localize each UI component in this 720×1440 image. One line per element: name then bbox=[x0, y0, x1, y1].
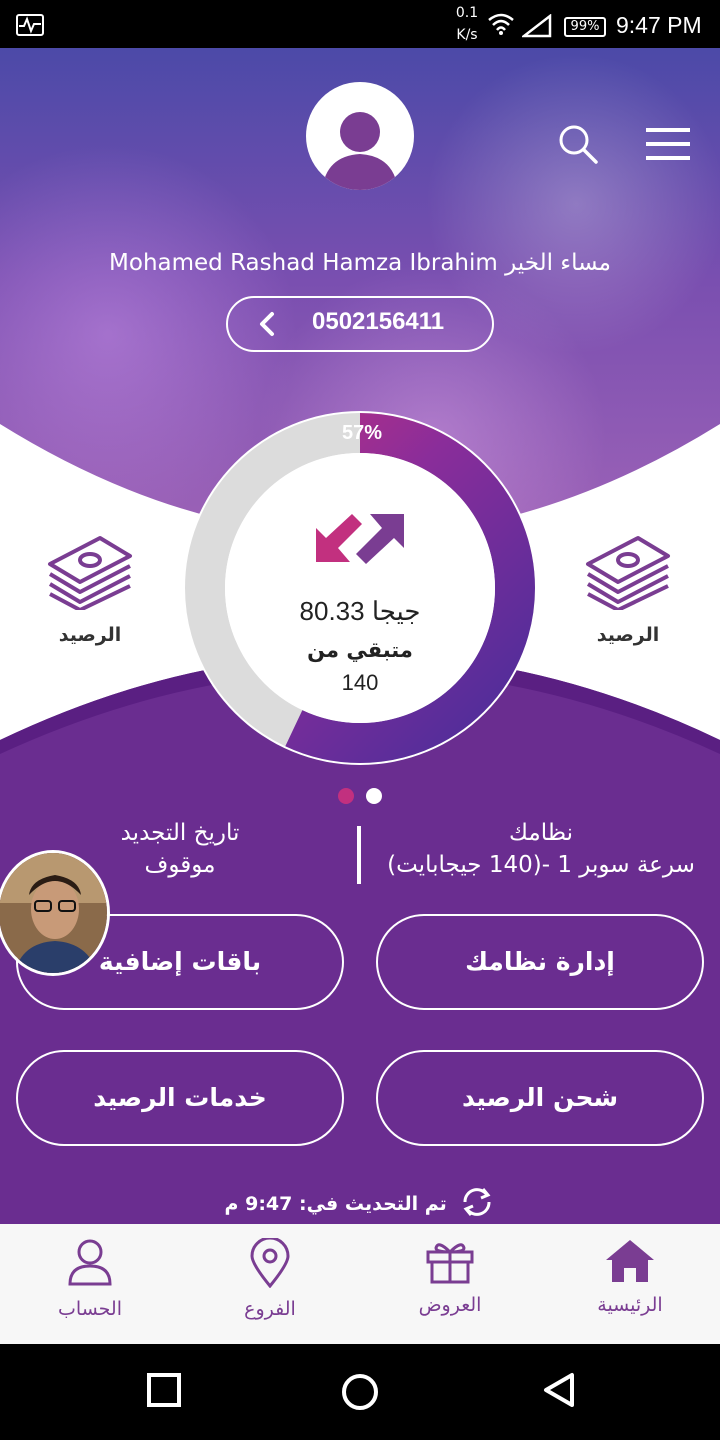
page-indicator-dot[interactable] bbox=[338, 788, 354, 804]
home-screen: Mohamed Rashad Hamza Ibrahim مساء الخير … bbox=[0, 48, 720, 1344]
back-button[interactable] bbox=[542, 1372, 578, 1412]
plan-value: سرعة سوبر 1 -(140 جيجابايت) bbox=[387, 852, 695, 878]
manage-plan-button[interactable]: إدارة نظامك bbox=[376, 914, 704, 1010]
battery-indicator: 99% bbox=[564, 17, 606, 37]
money-stack-icon bbox=[48, 536, 132, 612]
network-speed: 0.1 K/s bbox=[455, 5, 479, 43]
chevron-left-icon bbox=[256, 310, 280, 342]
nav-home-label: الرئيسية bbox=[597, 1294, 663, 1316]
nav-account-label: الحساب bbox=[58, 1298, 122, 1320]
activity-monitor-icon bbox=[16, 14, 44, 36]
nav-offers[interactable]: العروض bbox=[370, 1238, 530, 1316]
phone-number-selector[interactable]: 0502156411 bbox=[226, 296, 494, 352]
renewal-header: تاريخ التجديد bbox=[120, 820, 240, 846]
page-indicator-dot-active[interactable] bbox=[366, 788, 382, 804]
signal-icon bbox=[520, 13, 552, 42]
phone-number: 0502156411 bbox=[312, 308, 445, 335]
bottom-navigation: الرئيسية العروض الفروع الحساب bbox=[0, 1224, 720, 1344]
nav-offers-label: العروض bbox=[418, 1294, 482, 1316]
remaining-amount: 80.33 جيجا bbox=[299, 596, 421, 626]
user-photo-avatar[interactable] bbox=[0, 850, 110, 976]
divider bbox=[357, 826, 361, 884]
last-updated-text: تم التحديث في: 9:47 م bbox=[224, 1193, 447, 1215]
clock: 9:47 PM bbox=[616, 12, 702, 38]
money-stack-icon bbox=[586, 536, 670, 612]
last-updated: تم التحديث في: 9:47 م bbox=[0, 1186, 720, 1223]
balance-tile-left[interactable]: الرصيد bbox=[30, 530, 150, 646]
greeting-text: Mohamed Rashad Hamza Ibrahim مساء الخير bbox=[109, 250, 611, 276]
nav-branches-label: الفروع bbox=[244, 1298, 296, 1320]
usage-donut: 57% 80.33 جيجا متبقي من 140 bbox=[182, 410, 538, 766]
profile-avatar-icon[interactable] bbox=[306, 82, 414, 190]
location-pin-icon bbox=[250, 1236, 290, 1289]
balance-services-button[interactable]: خدمات الرصيد bbox=[16, 1050, 344, 1146]
recharge-button[interactable]: شحن الرصيد bbox=[376, 1050, 704, 1146]
recent-apps-button[interactable] bbox=[146, 1372, 182, 1412]
system-navigation-bar bbox=[0, 1344, 720, 1440]
nav-account[interactable]: الحساب bbox=[10, 1238, 170, 1320]
home-icon bbox=[606, 1240, 654, 1282]
nav-home[interactable]: الرئيسية bbox=[550, 1238, 710, 1316]
status-bar: 0.1 K/s 99% 9:47 PM bbox=[0, 0, 720, 48]
gift-icon bbox=[426, 1243, 474, 1284]
total-amount: 140 bbox=[341, 670, 379, 695]
balance-label: الرصيد bbox=[596, 624, 660, 646]
refresh-icon[interactable] bbox=[459, 1186, 495, 1223]
remaining-label: متبقي من bbox=[307, 638, 413, 662]
usage-percent: 57% bbox=[341, 422, 383, 444]
home-button[interactable] bbox=[340, 1372, 380, 1416]
balance-label: الرصيد bbox=[58, 624, 122, 646]
plan-header: نظامك bbox=[509, 820, 573, 846]
search-icon[interactable] bbox=[556, 122, 600, 166]
user-icon bbox=[68, 1239, 112, 1286]
plan-info: نظامك سرعة سوبر 1 -(140 جيجابايت) bbox=[366, 820, 716, 878]
wifi-icon bbox=[487, 12, 515, 40]
nav-branches[interactable]: الفروع bbox=[190, 1236, 350, 1320]
menu-icon[interactable] bbox=[644, 124, 692, 164]
balance-tile-right[interactable]: الرصيد bbox=[568, 530, 688, 646]
